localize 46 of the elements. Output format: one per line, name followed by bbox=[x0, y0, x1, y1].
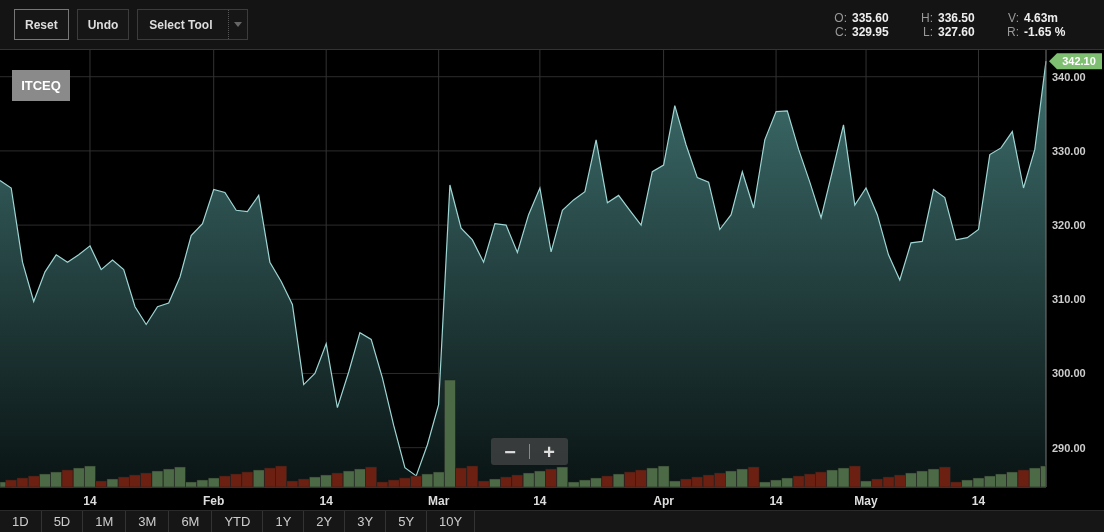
quote-label: C: bbox=[834, 24, 848, 39]
quote-value: 335.60 bbox=[851, 10, 890, 25]
range-button[interactable]: YTD bbox=[212, 511, 264, 532]
symbol-label: ITCEQ bbox=[12, 70, 70, 101]
axis-label: 14 bbox=[769, 494, 783, 508]
zoom-in-button[interactable]: + bbox=[530, 441, 568, 462]
axis-label: 14 bbox=[83, 494, 97, 508]
axis-label: 14 bbox=[319, 494, 333, 508]
range-button[interactable]: 3Y bbox=[345, 511, 387, 532]
axis-label: 14 bbox=[533, 494, 547, 508]
axis-label: May bbox=[854, 494, 878, 508]
quote-label: R: bbox=[1006, 24, 1020, 39]
caret-icon bbox=[234, 22, 243, 27]
axis-label: Feb bbox=[203, 494, 225, 508]
quote-value: 329.95 bbox=[851, 24, 890, 39]
range-button[interactable]: 10Y bbox=[427, 511, 476, 532]
quote-label: L: bbox=[922, 24, 934, 39]
quote-value: 336.50 bbox=[937, 10, 976, 25]
quote-label: H: bbox=[920, 10, 934, 25]
quote-label: V: bbox=[1007, 10, 1020, 25]
axis-label: 340.00 bbox=[1052, 70, 1086, 83]
range-button[interactable]: 2Y bbox=[304, 511, 346, 532]
range-button[interactable]: 3M bbox=[126, 511, 170, 532]
reset-button[interactable]: Reset bbox=[14, 9, 69, 40]
axis-label: 14 bbox=[971, 494, 986, 508]
quote-value: 4.63m bbox=[1023, 10, 1060, 25]
axis-label: Apr bbox=[653, 494, 674, 508]
range-button[interactable]: 1M bbox=[83, 511, 127, 532]
range-button[interactable]: 5D bbox=[41, 511, 84, 532]
axis-label: Mar bbox=[427, 494, 450, 508]
quote-label: O: bbox=[834, 10, 848, 25]
quote-value: 327.60 bbox=[937, 24, 976, 39]
axis-label: 300.00 bbox=[1052, 367, 1086, 380]
axis-label: 290.00 bbox=[1052, 441, 1086, 454]
undo-button[interactable]: Undo bbox=[76, 9, 130, 40]
zoom-out-button[interactable]: − bbox=[491, 441, 529, 462]
range-button[interactable]: 5Y bbox=[386, 511, 428, 532]
axis-label: 320.00 bbox=[1052, 219, 1086, 232]
tool-dropdown[interactable]: Select Tool bbox=[137, 9, 249, 40]
price-tag: 342.10 bbox=[1049, 53, 1102, 70]
quote-value: -1.65 % bbox=[1023, 24, 1067, 39]
range-button[interactable]: 1D bbox=[0, 511, 42, 532]
axis-label: 310.00 bbox=[1052, 293, 1086, 306]
range-button[interactable]: 1Y bbox=[263, 511, 305, 532]
range-button[interactable]: 6M bbox=[169, 511, 213, 532]
axis-label: 330.00 bbox=[1052, 144, 1086, 157]
